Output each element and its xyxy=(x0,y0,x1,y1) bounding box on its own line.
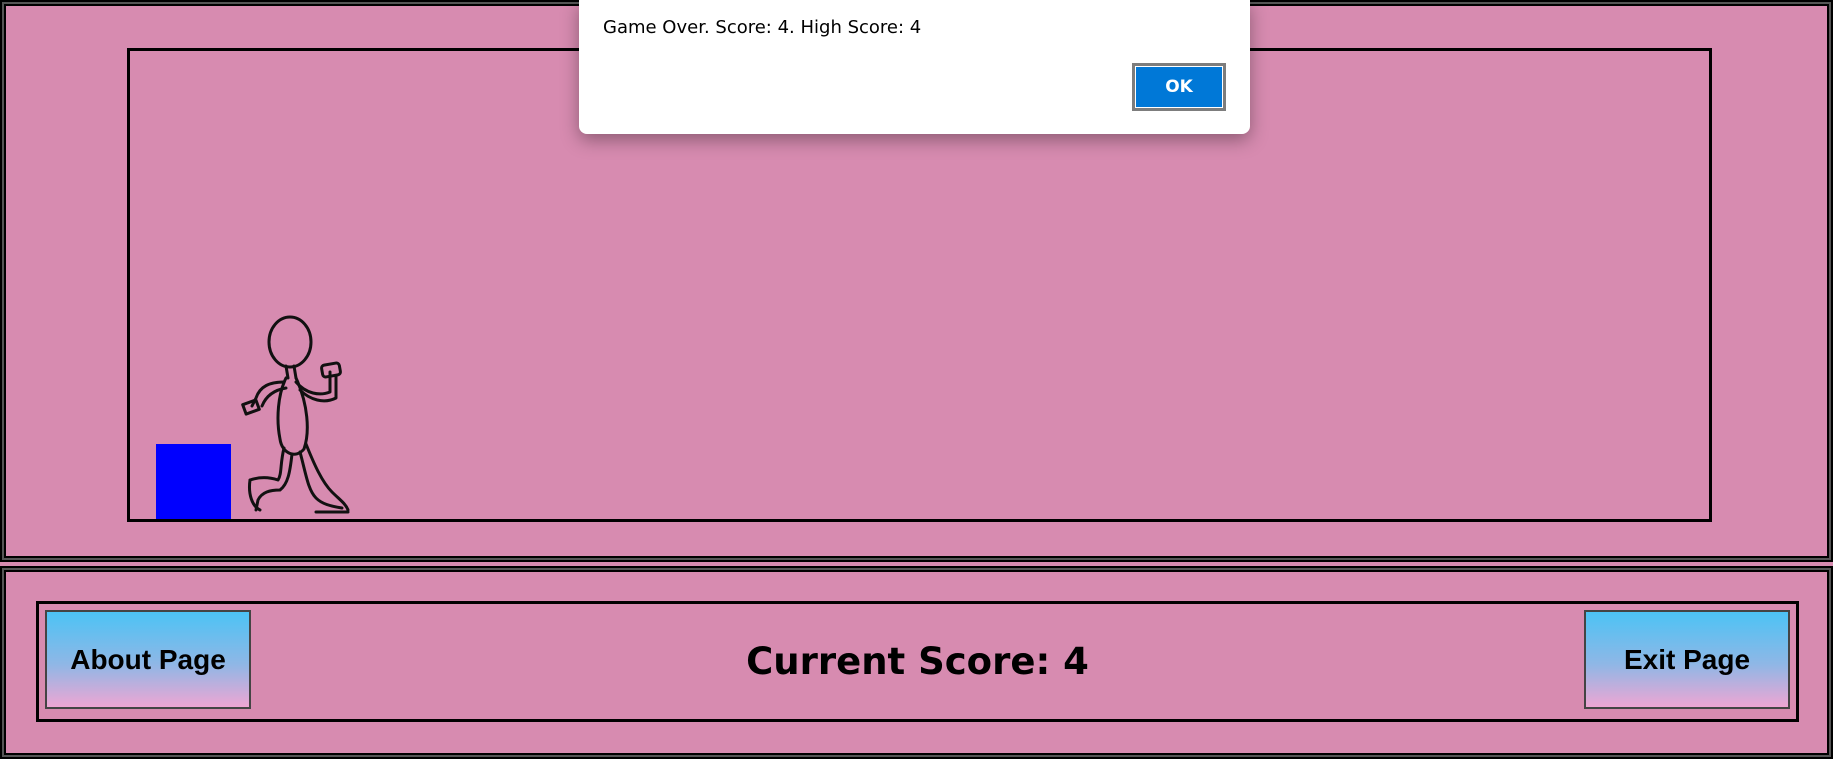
game-over-dialog: Game Over. Score: 4. High Score: 4 OK xyxy=(579,0,1250,134)
about-page-button[interactable]: About Page xyxy=(45,610,251,709)
ok-button[interactable]: OK xyxy=(1132,63,1226,111)
current-score-label: Current Score: 4 xyxy=(746,640,1089,683)
control-bar: About Page Current Score: 4 Exit Page xyxy=(36,601,1799,722)
dialog-message: Game Over. Score: 4. High Score: 4 xyxy=(603,17,922,38)
control-panel: About Page Current Score: 4 Exit Page xyxy=(0,566,1833,759)
exit-page-button[interactable]: Exit Page xyxy=(1584,610,1790,709)
runner-character xyxy=(241,315,350,514)
obstacle-block xyxy=(156,444,231,519)
